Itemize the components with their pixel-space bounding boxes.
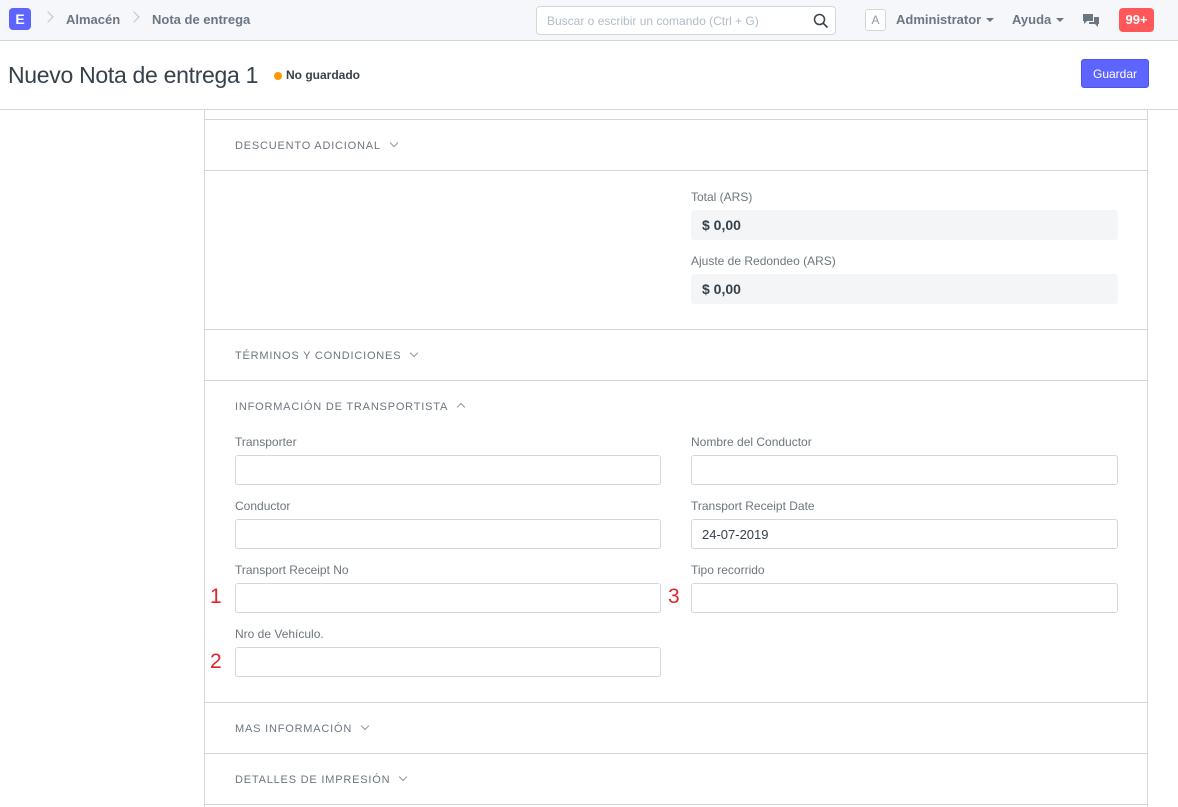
- divider: [204, 753, 1148, 754]
- receipt-no-label: Transport Receipt No: [235, 563, 349, 577]
- annotation-marker-1: 1: [210, 585, 222, 608]
- divider: [204, 702, 1148, 703]
- page-head: Nuevo Nota de entrega 1 No guardado Guar…: [0, 41, 1178, 110]
- receipt-date-field[interactable]: [691, 519, 1118, 549]
- search-icon[interactable]: [813, 13, 829, 29]
- total-label: Total (ARS): [691, 190, 753, 204]
- section-label: TÉRMINOS Y CONDICIONES: [235, 350, 402, 362]
- total-value: $ 0,00: [691, 210, 1118, 240]
- user-menu-label: Administrator: [896, 12, 982, 27]
- caret-down-icon: [1056, 17, 1065, 22]
- chevron-down-icon: [399, 772, 408, 782]
- transporter-label: Transporter: [235, 435, 297, 449]
- annotation-marker-3: 3: [668, 585, 680, 608]
- divider: [204, 329, 1148, 330]
- section-label: MAS INFORMACIÓN: [235, 723, 353, 735]
- section-transporter-info[interactable]: INFORMACIÓN DE TRANSPORTISTA: [235, 401, 466, 413]
- vehicle-no-field[interactable]: [235, 647, 661, 677]
- driver-name-label: Nombre del Conductor: [691, 435, 812, 449]
- breadcrumb-almacen[interactable]: Almacén: [66, 12, 120, 27]
- app-logo[interactable]: E: [9, 8, 31, 30]
- rounding-adjustment-value: $ 0,00: [691, 274, 1118, 304]
- vehicle-no-label: Nro de Vehículo.: [235, 627, 324, 641]
- page-title: Nuevo Nota de entrega 1: [8, 62, 259, 88]
- section-terms[interactable]: TÉRMINOS Y CONDICIONES: [235, 348, 419, 362]
- annotation-marker-2: 2: [210, 650, 222, 673]
- section-label: INFORMACIÓN DE TRANSPORTISTA: [235, 401, 449, 413]
- search-box: [536, 6, 836, 35]
- caret-down-icon: [986, 17, 995, 22]
- section-print-details[interactable]: DETALLES DE IMPRESIÓN: [235, 772, 408, 786]
- section-label: DETALLES DE IMPRESIÓN: [235, 774, 391, 786]
- receipt-no-field[interactable]: [235, 583, 661, 613]
- chevron-down-icon: [410, 348, 419, 358]
- section-more-info[interactable]: MAS INFORMACIÓN: [235, 721, 370, 735]
- receipt-date-label: Transport Receipt Date: [691, 499, 815, 513]
- divider: [204, 380, 1148, 381]
- chevron-up-icon: [456, 402, 466, 412]
- route-type-field[interactable]: [691, 583, 1118, 613]
- chat-icon[interactable]: [1082, 13, 1100, 29]
- help-menu[interactable]: Ayuda: [1012, 12, 1065, 27]
- search-input[interactable]: [547, 12, 807, 30]
- navbar: E Almacén Nota de entrega A Administrato…: [0, 0, 1178, 41]
- user-menu[interactable]: Administrator: [896, 12, 995, 27]
- divider: [204, 119, 1148, 120]
- status-badge: No guardado: [286, 68, 360, 82]
- breadcrumb-nota-de-entrega[interactable]: Nota de entrega: [152, 12, 250, 27]
- avatar[interactable]: A: [865, 9, 886, 31]
- save-button[interactable]: Guardar: [1081, 59, 1149, 88]
- divider: [204, 804, 1148, 805]
- unsaved-indicator-icon: [274, 72, 282, 80]
- rounding-adjustment-label: Ajuste de Redondeo (ARS): [691, 254, 836, 268]
- help-menu-label: Ayuda: [1012, 12, 1052, 27]
- driver-label: Conductor: [235, 499, 291, 513]
- chevron-right-icon: [128, 11, 140, 23]
- section-additional-discount[interactable]: DESCUENTO ADICIONAL: [235, 138, 399, 152]
- driver-field[interactable]: [235, 519, 661, 549]
- route-type-label: Tipo recorrido: [691, 563, 765, 577]
- chevron-right-icon: [42, 11, 54, 23]
- transporter-field[interactable]: [235, 455, 661, 485]
- chevron-down-icon: [360, 721, 370, 731]
- divider: [204, 170, 1148, 171]
- section-label: DESCUENTO ADICIONAL: [235, 140, 381, 152]
- notifications-badge[interactable]: 99+: [1119, 8, 1154, 32]
- driver-name-field[interactable]: [691, 455, 1118, 485]
- chevron-down-icon: [389, 138, 399, 148]
